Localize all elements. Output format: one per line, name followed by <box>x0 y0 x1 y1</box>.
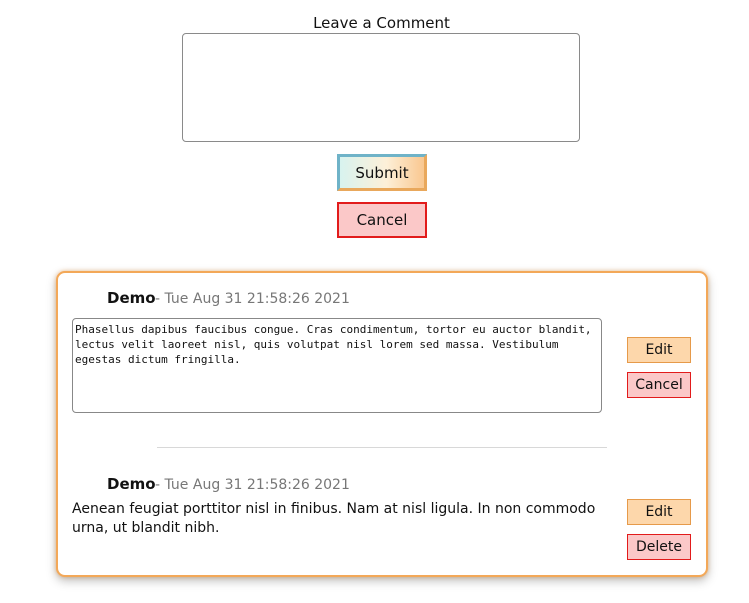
edit-comment-textarea[interactable]: Phasellus dapibus faucibus congue. Cras … <box>72 318 602 413</box>
edit-button[interactable]: Edit <box>627 499 691 525</box>
new-comment-textarea[interactable] <box>182 33 580 142</box>
comment-divider <box>157 447 607 448</box>
comment-author: Demo <box>107 289 156 307</box>
edit-button[interactable]: Edit <box>627 337 691 363</box>
cancel-button[interactable]: Cancel <box>337 202 427 238</box>
submit-button[interactable]: Submit <box>337 154 427 191</box>
comment-timestamp: - Tue Aug 31 21:58:26 2021 <box>155 477 350 493</box>
leave-comment-label: Leave a Comment <box>313 14 450 32</box>
delete-button[interactable]: Delete <box>627 534 691 560</box>
comment-author: Demo <box>107 475 156 493</box>
cancel-edit-button[interactable]: Cancel <box>627 372 691 398</box>
comment-timestamp: - Tue Aug 31 21:58:26 2021 <box>155 291 350 307</box>
comment-body: Aenean feugiat porttitor nisl in finibus… <box>72 501 596 536</box>
